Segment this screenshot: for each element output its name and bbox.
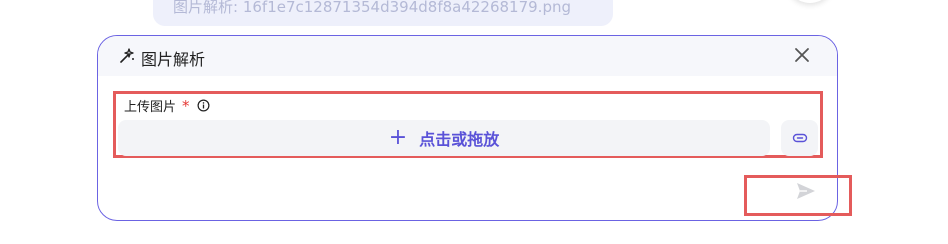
plus-icon: +: [388, 125, 408, 150]
panel-title: 图片解析: [141, 50, 206, 69]
floating-round-button[interactable]: [786, 0, 834, 3]
upload-field-label: 上传图片 *: [124, 95, 210, 115]
link-icon: [792, 133, 807, 143]
info-icon[interactable]: [197, 99, 210, 112]
panel-header: 图片解析: [98, 36, 837, 76]
upload-dropzone[interactable]: + 点击或拖放: [118, 120, 770, 156]
previous-message-bubble: 图片解析: 16f1e7c12871354d394d8f8a42268179.p…: [153, 0, 613, 26]
sparkle-icon: [120, 48, 134, 63]
close-icon[interactable]: [792, 45, 812, 65]
upload-label-text: 上传图片: [124, 99, 177, 115]
previous-message-text: 图片解析: 16f1e7c12871354d394d8f8a42268179.p…: [173, 0, 571, 16]
image-parse-stage: 图片解析: 16f1e7c12871354d394d8f8a42268179.p…: [0, 0, 948, 244]
dropzone-label: 点击或拖放: [419, 130, 500, 149]
send-icon[interactable]: [795, 180, 817, 202]
required-mark: *: [182, 97, 190, 115]
link-upload-button[interactable]: [781, 120, 818, 156]
